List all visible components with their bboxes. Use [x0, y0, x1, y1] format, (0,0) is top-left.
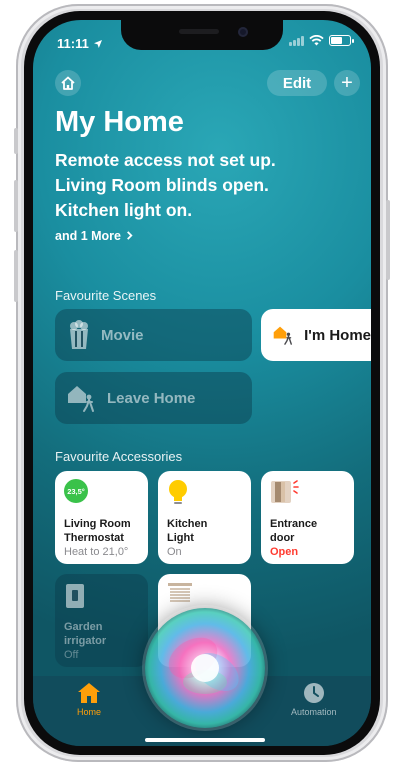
accessory-entrance-door[interactable]: Entrance door Open — [261, 471, 354, 564]
popcorn-icon — [70, 320, 88, 349]
accessory-name-line: Kitchen — [167, 518, 208, 530]
accessory-name-line: door — [270, 532, 295, 544]
accessory-state: Heat to 21,0° — [64, 546, 129, 558]
irrigator-icon — [66, 584, 84, 608]
clock-icon — [303, 683, 324, 703]
blinds-icon — [168, 583, 192, 602]
volume-up-button — [14, 180, 18, 232]
more-status-link[interactable]: and 1 More — [55, 229, 134, 243]
siri-orb[interactable] — [145, 608, 265, 728]
accessory-living-room-thermostat[interactable]: 23,5° Living Room Thermostat Heat to 21,… — [55, 471, 148, 564]
accessory-name-line: irrigator — [64, 635, 107, 647]
arrive-home-icon — [273, 326, 292, 345]
accessory-state: On — [167, 546, 182, 558]
siri-waveform-icon — [168, 637, 239, 694]
chevron-right-icon — [127, 231, 134, 240]
accessory-name: Kitchen Light — [167, 517, 207, 545]
accessory-name: Entrance door — [270, 517, 317, 545]
summary-line: Remote access not set up. — [55, 150, 276, 170]
location-arrow-icon — [94, 40, 103, 48]
leave-home-icon — [68, 386, 94, 412]
home-settings-button[interactable] — [55, 70, 81, 96]
wifi-icon — [309, 35, 324, 46]
house-icon — [78, 683, 100, 703]
edit-button[interactable]: Edit — [267, 70, 327, 96]
accessory-name-line: Entrance — [270, 518, 318, 530]
home-indicator[interactable] — [145, 738, 265, 742]
battery-icon — [329, 35, 354, 46]
house-outline-icon — [61, 76, 75, 90]
accessory-name-line: Garden — [64, 621, 103, 633]
tab-label: Home — [77, 707, 102, 717]
speaker — [179, 29, 219, 34]
accessory-name-line: Living Room — [64, 518, 131, 530]
power-button — [386, 200, 390, 280]
summary-line: Kitchen light on. — [55, 200, 193, 220]
accessory-kitchen-light[interactable]: Kitchen Light On — [158, 471, 251, 564]
lightbulb-icon — [169, 480, 187, 504]
section-title-accessories: Favourite Accessories — [55, 449, 183, 464]
scene-label: Leave Home — [107, 389, 196, 407]
tab-label: Automation — [291, 707, 337, 717]
silent-switch — [14, 128, 18, 154]
scene-label: I'm Home — [304, 326, 371, 344]
home-app-screen: 11:11 Edit + My Home Remote access not s… — [33, 20, 371, 746]
accessory-name-line: Thermostat — [64, 532, 124, 544]
page-title: My Home — [55, 106, 184, 138]
accessory-state: Off — [64, 649, 79, 661]
accessory-name: Garden irrigator — [64, 620, 106, 648]
front-camera — [238, 27, 248, 37]
scene-im-home[interactable]: I'm Home — [261, 309, 371, 361]
notch — [121, 20, 283, 50]
summary-line: Living Room blinds open. — [55, 175, 269, 195]
accessory-name-line: Light — [167, 532, 194, 544]
section-title-scenes: Favourite Scenes — [55, 288, 157, 303]
scene-label: Movie — [101, 326, 144, 344]
door-icon — [271, 480, 299, 503]
scene-leave-home[interactable]: Leave Home — [55, 372, 252, 424]
tab-automation[interactable]: Automation — [291, 682, 337, 717]
cellular-signal-icon — [289, 35, 304, 46]
accessory-name: Living Room Thermostat — [64, 517, 131, 545]
tab-home[interactable]: Home — [77, 682, 101, 717]
accessory-garden-irrigator[interactable]: Garden irrigator Off — [55, 574, 148, 667]
add-button[interactable]: + — [334, 70, 360, 96]
scene-movie[interactable]: Movie — [55, 309, 252, 361]
thermostat-icon: 23,5° — [64, 479, 88, 503]
volume-down-button — [14, 250, 18, 302]
home-summary: Remote access not set up. Living Room bl… — [55, 148, 355, 223]
status-indicators — [289, 35, 354, 46]
accessory-state: Open — [270, 546, 299, 558]
status-time: 11:11 — [57, 36, 103, 51]
